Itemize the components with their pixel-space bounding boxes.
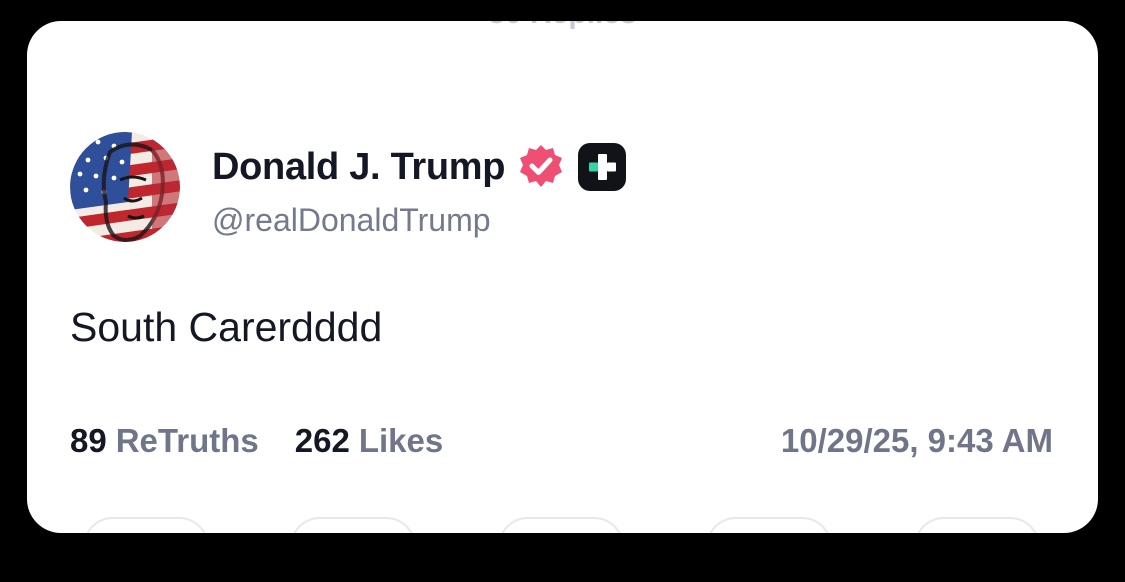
retruths-stat[interactable]: 89 ReTruths	[70, 422, 259, 460]
post-timestamp: 10/29/25, 9:43 AM	[780, 422, 1053, 459]
like-button[interactable]	[498, 517, 624, 533]
post-stats: 89 ReTruths 262 Likes	[70, 422, 443, 460]
avatar-image	[70, 132, 180, 242]
retruths-label: ReTruths	[115, 422, 259, 459]
likes-count: 262	[294, 422, 350, 459]
avatar[interactable]	[70, 132, 180, 242]
post-body-text: South Carerdddd	[70, 304, 383, 350]
truth-plus-badge-icon	[578, 143, 627, 191]
retruths-count: 89	[70, 422, 107, 459]
likes-stat[interactable]: 262 Likes	[295, 422, 443, 460]
reply-button[interactable]	[83, 517, 209, 533]
likes-label: Likes	[358, 422, 444, 459]
author-name-row: Donald J. Trump	[212, 143, 627, 191]
author-handle[interactable]: @realDonaldTrump	[212, 202, 491, 239]
retruth-button[interactable]	[290, 517, 416, 533]
verified-badge-icon	[520, 145, 563, 187]
author-display-name[interactable]: Donald J. Trump	[212, 146, 506, 189]
bookmark-button[interactable]	[706, 517, 832, 533]
post-card: 30 Replies	[27, 21, 1098, 533]
replies-count-header[interactable]: 30 Replies	[27, 21, 1098, 31]
share-button[interactable]	[914, 517, 1040, 533]
